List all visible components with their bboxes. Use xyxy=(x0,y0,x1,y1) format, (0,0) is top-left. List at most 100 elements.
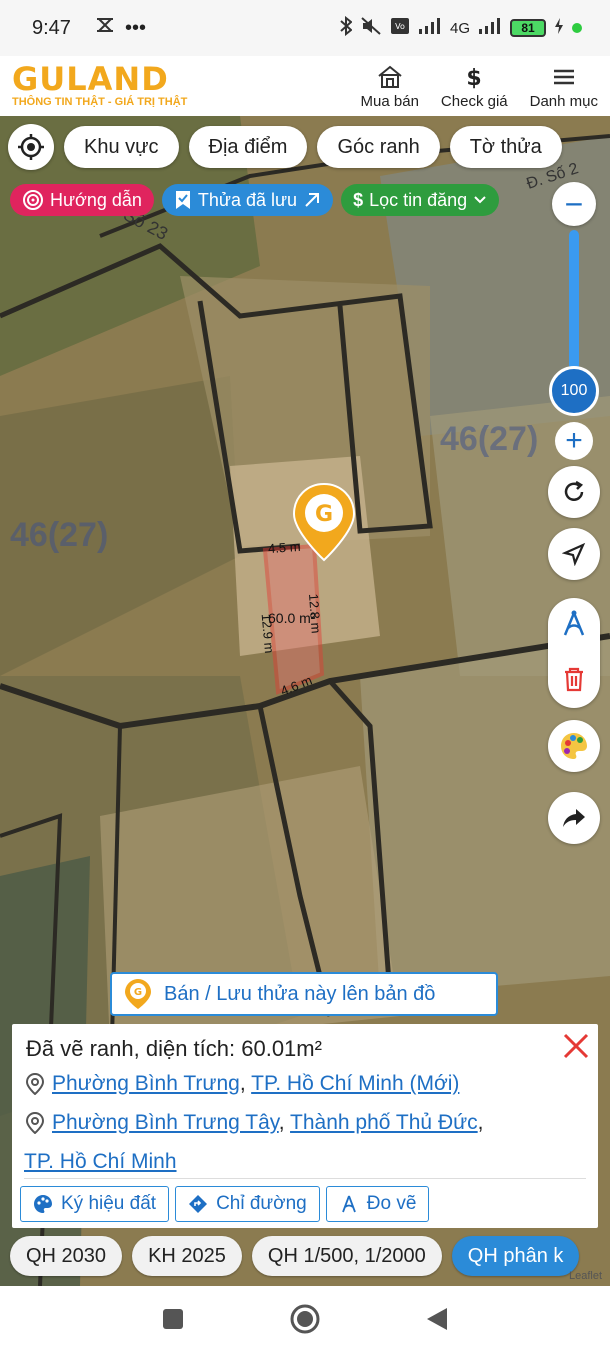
close-icon[interactable] xyxy=(560,1030,592,1062)
new-address: Phường Bình Trưng, TP. Hồ Chí Minh (Mới) xyxy=(25,1070,584,1103)
system-nav-bar xyxy=(0,1286,610,1356)
nav-label: Check giá xyxy=(440,92,508,110)
old-address: Phường Bình Trưng Tây, Thành phố Thủ Đức… xyxy=(25,1109,584,1142)
separator: , xyxy=(477,1111,484,1134)
parcel-info-card: Đã vẽ ranh, diện tích: 60.01m² Phường Bì… xyxy=(12,1024,598,1228)
delete-drawing-button[interactable] xyxy=(562,666,586,697)
filter-goc-ranh[interactable]: Góc ranh xyxy=(317,126,440,168)
zoom-level-knob[interactable]: 100 xyxy=(549,366,599,416)
privacy-dot xyxy=(572,23,582,33)
filter-khu-vuc[interactable]: Khu vực xyxy=(64,126,179,168)
more-notifications-icon: ••• xyxy=(124,16,146,39)
guide-button[interactable]: Hướng dẫn xyxy=(10,184,154,216)
location-pin-icon[interactable]: G xyxy=(292,482,356,562)
map-view[interactable]: Số 23 Đ. Số 2 46(27) 46(27) 4.5 m 12.8 m… xyxy=(0,116,610,1286)
measure-draw-button[interactable]: Đo vẽ xyxy=(325,1186,430,1222)
svg-text:G: G xyxy=(134,987,142,998)
svg-text:Vo: Vo xyxy=(395,22,405,31)
filter-listings-button[interactable]: $ Lọc tin đăng xyxy=(341,184,500,216)
parcel-area-title: Đã vẽ ranh, diện tích: 60.01m² xyxy=(26,1036,322,1061)
filter-to-thua[interactable]: Tờ thửa xyxy=(449,126,562,168)
app-notification-icon xyxy=(95,16,115,40)
old-ward-link[interactable]: Phường Bình Trưng Tây xyxy=(52,1111,279,1134)
share-arrow-icon xyxy=(563,809,585,827)
back-triangle-icon xyxy=(427,1307,447,1330)
navigation-arrow-icon xyxy=(562,542,586,566)
planning-chip-row: QH 2030 KH 2025 QH 1/500, 1/2000 QH phân… xyxy=(10,1236,580,1276)
saved-label: Thửa đã lưu xyxy=(197,189,298,210)
navigate-button[interactable] xyxy=(548,528,600,580)
clock: 9:47 xyxy=(32,16,71,39)
old-city-link[interactable]: TP. Hồ Chí Minh xyxy=(24,1150,177,1173)
planning-qh-2030[interactable]: QH 2030 xyxy=(10,1236,123,1276)
square-icon xyxy=(163,1308,183,1329)
new-ward-link[interactable]: Phường Bình Trưng xyxy=(52,1072,240,1095)
card-btn-label: Đo vẽ xyxy=(366,1193,417,1214)
planning-qh-phan-khu[interactable]: QH phân k xyxy=(451,1236,580,1276)
crosshair-icon xyxy=(18,134,44,160)
planning-qh-500-2000[interactable]: QH 1/500, 1/2000 xyxy=(251,1236,442,1276)
signal-icon-2 xyxy=(478,17,502,39)
trash-icon xyxy=(565,667,583,692)
sell-save-parcel-button[interactable]: G Bán / Lưu thửa này lên bản đồ xyxy=(110,972,498,1016)
old-district-link[interactable]: Thành phố Thủ Đức xyxy=(290,1111,478,1134)
arrow-up-right-icon xyxy=(305,193,320,207)
guland-logo[interactable]: GULAND THÔNG TIN THẬT - GIÁ TRỊ THẬT xyxy=(12,60,188,108)
battery-icon: 81 xyxy=(510,19,546,37)
separator: , xyxy=(278,1111,285,1134)
nav-check-gia[interactable]: $ Check giá xyxy=(441,63,508,110)
logo-text: GULAND xyxy=(12,60,169,98)
palette-icon xyxy=(561,733,587,759)
separator: , xyxy=(239,1072,246,1095)
sell-banner-label: Bán / Lưu thửa này lên bản đồ xyxy=(164,982,436,1005)
back-button[interactable] xyxy=(425,1306,449,1337)
network-type-label: 4G xyxy=(449,19,470,37)
mute-icon xyxy=(360,16,382,40)
nav-mua-ban[interactable]: Mua bán xyxy=(361,63,419,110)
share-button[interactable] xyxy=(548,792,600,844)
compass-draw-icon xyxy=(341,1195,356,1213)
map-attribution[interactable]: Leaflet xyxy=(569,1270,602,1282)
saved-parcels-button[interactable]: Thửa đã lưu xyxy=(161,184,334,216)
charging-icon xyxy=(554,17,564,39)
guland-pin-icon: G xyxy=(125,979,151,1009)
zoom-out-button[interactable]: − xyxy=(552,182,596,226)
chevron-down-icon xyxy=(474,196,486,204)
bookmark-icon xyxy=(175,191,190,209)
nav-label: Danh mục xyxy=(529,92,598,110)
land-symbol-button[interactable]: Ký hiệu đất xyxy=(20,1186,170,1222)
map-style-button[interactable] xyxy=(548,720,600,772)
refresh-button[interactable] xyxy=(548,466,600,518)
card-btn-label: Chỉ đường xyxy=(216,1193,307,1214)
svg-text:G: G xyxy=(315,502,333,527)
logo-tagline: THÔNG TIN THẬT - GIÁ TRỊ THẬT xyxy=(12,96,188,108)
bluetooth-icon xyxy=(340,15,353,40)
zoom-slider-track[interactable] xyxy=(569,230,579,370)
new-city-link[interactable]: TP. Hồ Chí Minh (Mới) xyxy=(251,1072,459,1095)
planning-kh-2025[interactable]: KH 2025 xyxy=(132,1236,242,1276)
recents-button[interactable] xyxy=(161,1307,185,1336)
zoom-in-button[interactable]: + xyxy=(555,422,593,460)
app-header: GULAND THÔNG TIN THẬT - GIÁ TRỊ THẬT Mua… xyxy=(0,56,610,116)
zoom-control: − 100 + xyxy=(548,182,600,460)
home-circle-icon xyxy=(290,1304,320,1333)
filter-dia-diem[interactable]: Địa điểm xyxy=(188,126,308,168)
measure-tool-button[interactable] xyxy=(559,609,589,644)
filter-label: Lọc tin đăng xyxy=(369,189,468,210)
directions-button[interactable]: Chỉ đường xyxy=(175,1186,320,1222)
svg-text:$: $ xyxy=(467,66,482,91)
locate-me-button[interactable] xyxy=(8,124,54,170)
area-label: 60.0 m² xyxy=(268,610,316,626)
map-pin-icon xyxy=(25,1109,48,1142)
volte-icon: Vo xyxy=(390,17,410,39)
card-btn-label: Ký hiệu đất xyxy=(61,1193,157,1214)
dollar-icon: $ xyxy=(467,66,482,91)
home-button[interactable] xyxy=(289,1303,321,1340)
nav-danh-muc[interactable]: Danh mục xyxy=(530,63,598,110)
menu-icon xyxy=(553,69,574,84)
guide-label: Hướng dẫn xyxy=(50,189,142,210)
signal-icon xyxy=(418,17,442,39)
compass-draw-icon xyxy=(563,610,585,636)
refresh-icon xyxy=(564,480,584,501)
dollar-icon: $ xyxy=(353,189,364,210)
